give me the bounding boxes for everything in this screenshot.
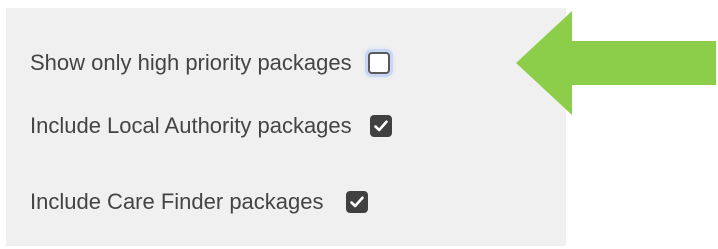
option-care-finder: Include Care Finder packages (30, 186, 368, 218)
high-priority-checkbox[interactable] (367, 52, 390, 74)
arrow-pointer-icon (516, 11, 716, 115)
page: Show only high priority packages Include… (0, 0, 718, 249)
option-local-authority-label: Include Local Authority packages (30, 113, 352, 138)
option-high-priority: Show only high priority packages (30, 47, 390, 79)
care-finder-checkbox[interactable] (345, 191, 368, 213)
checkmark-icon (373, 120, 388, 132)
option-local-authority: Include Local Authority packages (30, 110, 392, 142)
local-authority-checkbox[interactable] (369, 115, 392, 137)
checkmark-icon (349, 196, 364, 208)
option-care-finder-label: Include Care Finder packages (30, 189, 324, 214)
option-high-priority-label: Show only high priority packages (30, 50, 352, 75)
